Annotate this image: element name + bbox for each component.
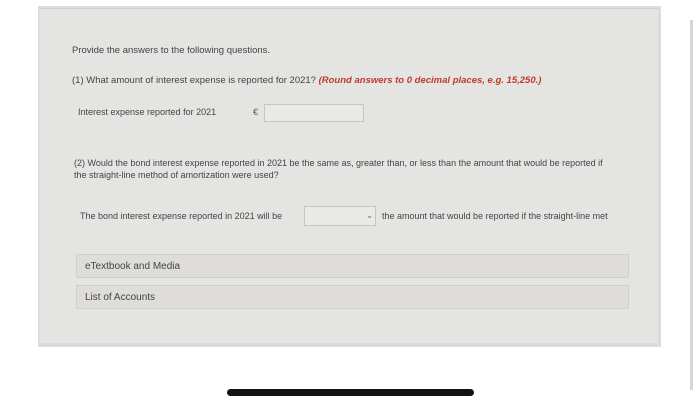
straight-line-text: the amount that would be reported if the… bbox=[382, 211, 608, 221]
question-1-text: (1) What amount of interest expense is r… bbox=[72, 75, 316, 86]
etextbook-media-link[interactable]: eTextbook and Media bbox=[76, 254, 629, 278]
question-2-text: (2) Would the bond interest expense repo… bbox=[74, 158, 603, 180]
intro-text: Provide the answers to the following que… bbox=[72, 45, 271, 56]
euro-symbol: € bbox=[253, 107, 259, 117]
comparison-select[interactable]: ⌄ bbox=[304, 206, 376, 226]
interest-expense-label: Interest expense reported for 2021 bbox=[78, 107, 217, 117]
question-1: (1) What amount of interest expense is r… bbox=[72, 75, 541, 86]
chevron-down-icon: ⌄ bbox=[366, 211, 373, 220]
list-of-accounts-link[interactable]: List of Accounts bbox=[76, 285, 629, 309]
question-panel: Provide the answers to the following que… bbox=[40, 8, 658, 343]
bond-expense-label: The bond interest expense reported in 20… bbox=[80, 211, 283, 221]
rounding-hint: (Round answers to 0 decimal places, e.g.… bbox=[318, 75, 542, 86]
screen: Provide the answers to the following que… bbox=[38, 6, 661, 347]
window-edge bbox=[690, 20, 693, 390]
home-indicator bbox=[227, 389, 474, 396]
interest-expense-input[interactable] bbox=[264, 104, 364, 122]
